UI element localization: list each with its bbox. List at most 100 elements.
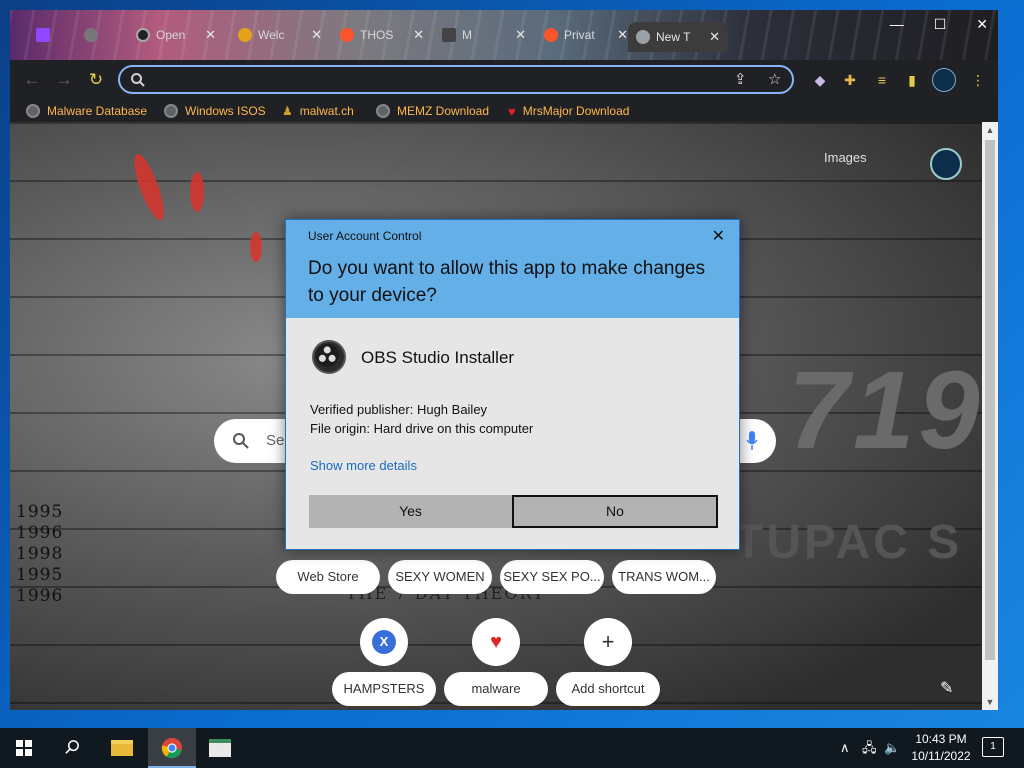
omnibox[interactable]: ⇪ ☆ — [118, 65, 794, 94]
no-button[interactable]: No — [512, 495, 718, 528]
show-more-details-link[interactable]: Show more details — [310, 458, 417, 473]
plus-icon: + — [601, 629, 615, 654]
shortcut-malware-tile[interactable]: ♥ — [472, 618, 520, 666]
obs-icon — [136, 28, 150, 42]
tab-private[interactable]: Privat ✕ — [536, 22, 636, 48]
maximize-icon[interactable]: ☐ — [934, 16, 947, 33]
back-icon[interactable]: ← — [22, 70, 42, 90]
bookmark-label: Malware Database — [47, 104, 148, 118]
paint-splatter — [250, 232, 262, 262]
tab-label: Welc — [258, 28, 285, 42]
tab-new-tab[interactable]: New T ✕ — [628, 22, 728, 52]
browser-toolbar: ← → ↻ ⇪ ☆ ◆ ✚ ≡ ▮ ⋮ — [10, 60, 998, 100]
uac-app-name: OBS Studio Installer — [361, 348, 515, 367]
shortcut-hampsters-tile[interactable]: X — [360, 618, 408, 666]
share-icon[interactable]: ⇪ — [734, 70, 747, 88]
bookmarks-bar: Malware Database Windows ISOS ♟ malwat.c… — [10, 100, 998, 122]
extensions-puzzle-icon[interactable]: ✚ — [840, 70, 860, 90]
close-icon[interactable]: ✕ — [205, 27, 216, 43]
year-text: 1996 — [16, 586, 64, 606]
chevron-up-icon[interactable]: ∧ — [840, 728, 850, 768]
uac-origin: File origin: Hard drive on this computer — [310, 421, 534, 436]
close-icon[interactable]: ✕ — [712, 226, 725, 246]
uac-publisher-info: Verified publisher: Hugh Bailey File ori… — [310, 400, 533, 438]
extension-cat-icon[interactable]: ◆ — [810, 70, 830, 90]
brave-icon — [544, 28, 558, 42]
close-icon[interactable]: ✕ — [617, 27, 628, 43]
window-controls: — ☐ ✕ — [890, 16, 988, 33]
globe-icon — [26, 104, 40, 118]
tab-label: Open — [156, 28, 186, 42]
bookmark-memz-download[interactable]: MEMZ Download — [376, 100, 489, 122]
bookmark-mrsmajor-download[interactable]: ♥ MrsMajor Download — [508, 100, 629, 122]
system-clock[interactable]: 10:43 PM 10/11/2022 — [906, 731, 976, 765]
search-icon[interactable] — [48, 728, 96, 768]
menu-dots-icon[interactable]: ⋮ — [968, 70, 988, 90]
scroll-up-icon[interactable]: ▲ — [982, 122, 998, 138]
forward-icon[interactable]: → — [54, 70, 74, 90]
bookmark-windows-isos[interactable]: Windows ISOS — [164, 100, 266, 122]
bookmark-malware-database[interactable]: Malware Database — [26, 100, 147, 122]
search-icon — [233, 433, 249, 449]
bookmark-star-icon[interactable]: ☆ — [768, 70, 781, 88]
tab-strip: Open ✕ Welc ✕ THOS ✕ M ✕ Privat ✕ New T … — [10, 10, 998, 60]
network-icon[interactable]: 🖧 — [862, 728, 877, 768]
shortcut-malware-label[interactable]: malware — [444, 672, 548, 706]
volume-icon[interactable]: 🔈 — [884, 728, 900, 768]
tab-m[interactable]: M ✕ — [434, 22, 534, 48]
chrome-icon[interactable] — [148, 728, 196, 768]
shortcut-hampsters-label[interactable]: HAMPSTERS — [332, 672, 436, 706]
clock-time: 10:43 PM — [915, 732, 967, 746]
images-link[interactable]: Images — [824, 150, 867, 165]
taskbar: ∧ 🖧 🔈 10:43 PM 10/11/2022 1 — [0, 728, 1024, 768]
uac-question: Do you want to allow this app to make ch… — [308, 258, 706, 306]
tab-twitch[interactable] — [28, 22, 68, 48]
page-icon — [442, 28, 456, 42]
bookmark-malwatch[interactable]: ♟ malwat.ch — [282, 100, 354, 122]
chip-web-store[interactable]: Web Store — [276, 560, 380, 594]
scrollbar-thumb[interactable] — [985, 140, 995, 660]
start-button[interactable] — [0, 728, 48, 768]
app-window-icon[interactable] — [196, 728, 244, 768]
globe-icon — [376, 104, 390, 118]
chip-trans-wom[interactable]: TRANS WOM... — [612, 560, 716, 594]
tab-label: Privat — [564, 28, 595, 42]
tab-open[interactable]: Open ✕ — [128, 22, 224, 48]
scroll-down-icon[interactable]: ▼ — [982, 694, 998, 710]
tab-thos[interactable]: THOS ✕ — [332, 22, 432, 48]
background-number: 719 — [788, 349, 982, 472]
chip-sexy-women[interactable]: SEXY WOMEN — [388, 560, 492, 594]
paint-splatter — [190, 172, 204, 212]
search-placeholder: Se — [266, 432, 285, 449]
file-explorer-icon[interactable] — [98, 728, 146, 768]
minimize-icon[interactable]: — — [890, 16, 904, 33]
address-input[interactable] — [154, 70, 714, 90]
close-icon[interactable]: ✕ — [311, 27, 322, 43]
notification-count: 1 — [990, 741, 996, 752]
twitch-icon — [36, 28, 50, 42]
tab-welcome[interactable]: Welc ✕ — [230, 22, 330, 48]
close-icon[interactable]: ✕ — [515, 27, 526, 43]
heart-icon: ♥ — [508, 103, 516, 119]
media-queue-icon[interactable]: ≡ — [872, 70, 892, 90]
microphone-icon[interactable] — [746, 431, 758, 451]
notification-center-icon[interactable]: 1 — [982, 737, 1004, 757]
page-scrollbar[interactable]: ▲ ▼ — [982, 122, 998, 710]
add-shortcut-tile[interactable]: + — [584, 618, 632, 666]
close-icon[interactable]: ✕ — [709, 29, 720, 45]
generic-icon — [84, 28, 98, 42]
profile-avatar-icon[interactable] — [932, 68, 956, 92]
add-shortcut-label[interactable]: Add shortcut — [556, 672, 660, 706]
background-years: 1995 1996 1998 1995 1996 — [16, 502, 63, 607]
reload-icon[interactable]: ↻ — [86, 70, 106, 90]
chip-sexy-sex-po[interactable]: SEXY SEX PO... — [500, 560, 604, 594]
tab-generic[interactable] — [76, 22, 126, 48]
side-panel-icon[interactable]: ▮ — [902, 70, 922, 90]
welcome-icon — [238, 28, 252, 42]
account-avatar[interactable] — [930, 148, 962, 180]
close-window-icon[interactable]: ✕ — [976, 16, 988, 33]
close-icon[interactable]: ✕ — [413, 27, 424, 43]
yes-button[interactable]: Yes — [309, 495, 512, 528]
customize-pencil-icon[interactable]: ✎ — [940, 678, 953, 698]
year-text: 1995 — [16, 565, 64, 585]
